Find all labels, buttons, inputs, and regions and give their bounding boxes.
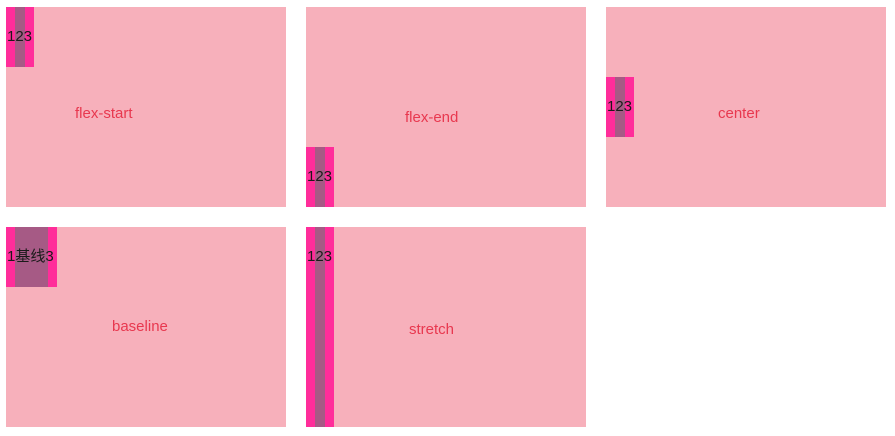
panel-stretch: 123 stretch: [306, 227, 586, 427]
item-text: 1基线3: [7, 248, 54, 265]
panel-label: baseline: [112, 318, 168, 335]
item-text: 123: [307, 168, 333, 185]
panel-center: 123 center: [606, 7, 886, 207]
panel-label: flex-end: [405, 109, 459, 126]
flex-item: 1基线3: [6, 227, 57, 287]
panel-label: flex-start: [75, 105, 133, 122]
panel-flex-start: 123 flex-start: [6, 7, 286, 207]
panel-label: center: [718, 105, 760, 122]
flex-item: 123: [306, 227, 334, 427]
flex-item: 123: [6, 7, 34, 67]
panel-flex-end: 123 flex-end: [306, 7, 586, 207]
item-text: 123: [307, 248, 333, 265]
flex-item: 123: [606, 77, 634, 137]
item-text: 123: [7, 28, 33, 45]
panel-label: stretch: [409, 321, 455, 338]
flex-item: 123: [306, 147, 334, 207]
panel-baseline: 1基线3 baseline: [6, 227, 286, 427]
item-text: 123: [607, 98, 633, 115]
